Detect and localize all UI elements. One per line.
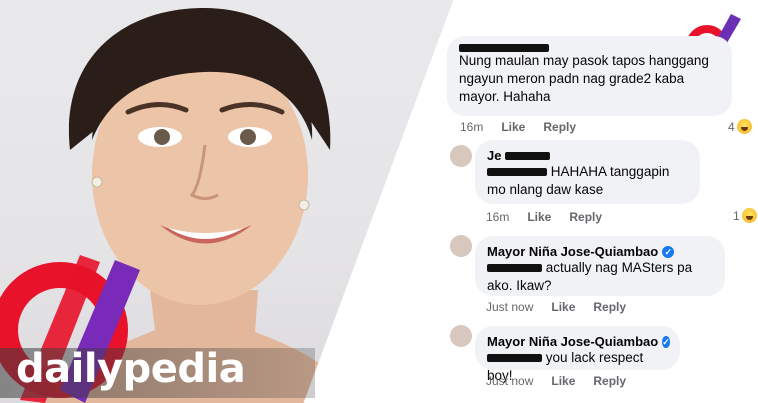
- redaction: [459, 44, 549, 52]
- comment-time[interactable]: Just now: [486, 374, 533, 388]
- comment-text: HAHAHA tanggapin mo nlang daw kase: [487, 163, 688, 199]
- reply-button[interactable]: Reply: [593, 300, 626, 314]
- reply-button[interactable]: Reply: [543, 120, 576, 134]
- laugh-reaction-icon: [741, 208, 757, 223]
- comment-text: Nung maulan may pasok tapos hanggang nga…: [459, 53, 709, 104]
- avatar[interactable]: [450, 325, 472, 347]
- avatar[interactable]: [450, 145, 472, 167]
- comment-text: actually nag MASters pa ako. Ikaw?: [487, 259, 713, 295]
- redacted-mention: [487, 354, 542, 363]
- redaction: [505, 151, 551, 160]
- comment-time[interactable]: 16m: [486, 210, 509, 224]
- comment-author-name: Mayor Niña Jose-Quiambao: [487, 244, 659, 259]
- comment-meta: 16m Like Reply: [460, 120, 576, 134]
- verified-badge-icon: ✓: [662, 335, 670, 348]
- comment-author-name: Je: [487, 148, 502, 163]
- redacted-mention: [487, 264, 542, 273]
- comment-bubble: Mayor Niña Jose-Quiambao ✓ actually nag …: [475, 236, 725, 296]
- comment-author[interactable]: Mayor Niña Jose-Quiambao ✓: [487, 244, 713, 259]
- brand-wordmark: dailypedia: [16, 346, 246, 392]
- like-button[interactable]: Like: [501, 120, 525, 134]
- comment-meta: Just now Like Reply: [486, 300, 626, 314]
- comment-time[interactable]: 16m: [460, 120, 483, 134]
- verified-badge-icon: ✓: [662, 245, 675, 258]
- comment-author[interactable]: Mayor Niña Jose-Quiambao ✓: [487, 334, 670, 349]
- like-button[interactable]: Like: [527, 210, 551, 224]
- comment-meta: Just now Like Reply: [486, 374, 626, 388]
- redacted-mention: [487, 168, 547, 177]
- reply-button[interactable]: Reply: [569, 210, 602, 224]
- comment-time[interactable]: Just now: [486, 300, 533, 314]
- comment-bubble: Je HAHAHA tanggapin mo nlang daw kase: [475, 140, 700, 204]
- reaction-count[interactable]: 4: [728, 119, 752, 134]
- comment-author[interactable]: Je: [487, 148, 688, 163]
- comment-author[interactable]: [459, 44, 720, 52]
- reaction-count[interactable]: 1: [733, 208, 757, 223]
- like-button[interactable]: Like: [551, 300, 575, 314]
- reply-button[interactable]: Reply: [593, 374, 626, 388]
- reaction-number: 4: [728, 119, 735, 134]
- portrait-photo: [0, 0, 455, 403]
- like-button[interactable]: Like: [551, 374, 575, 388]
- comment-bubble: Mayor Niña Jose-Quiambao ✓ you lack resp…: [475, 326, 680, 383]
- comment-bubble: Nung maulan may pasok tapos hanggang nga…: [447, 36, 732, 116]
- portrait-illustration: [0, 7, 360, 403]
- reaction-number: 1: [733, 208, 740, 223]
- avatar[interactable]: [450, 235, 472, 257]
- laugh-reaction-icon: [736, 119, 752, 134]
- comment-author-name: Mayor Niña Jose-Quiambao: [487, 334, 659, 349]
- comment-meta: 16m Like Reply: [486, 210, 602, 224]
